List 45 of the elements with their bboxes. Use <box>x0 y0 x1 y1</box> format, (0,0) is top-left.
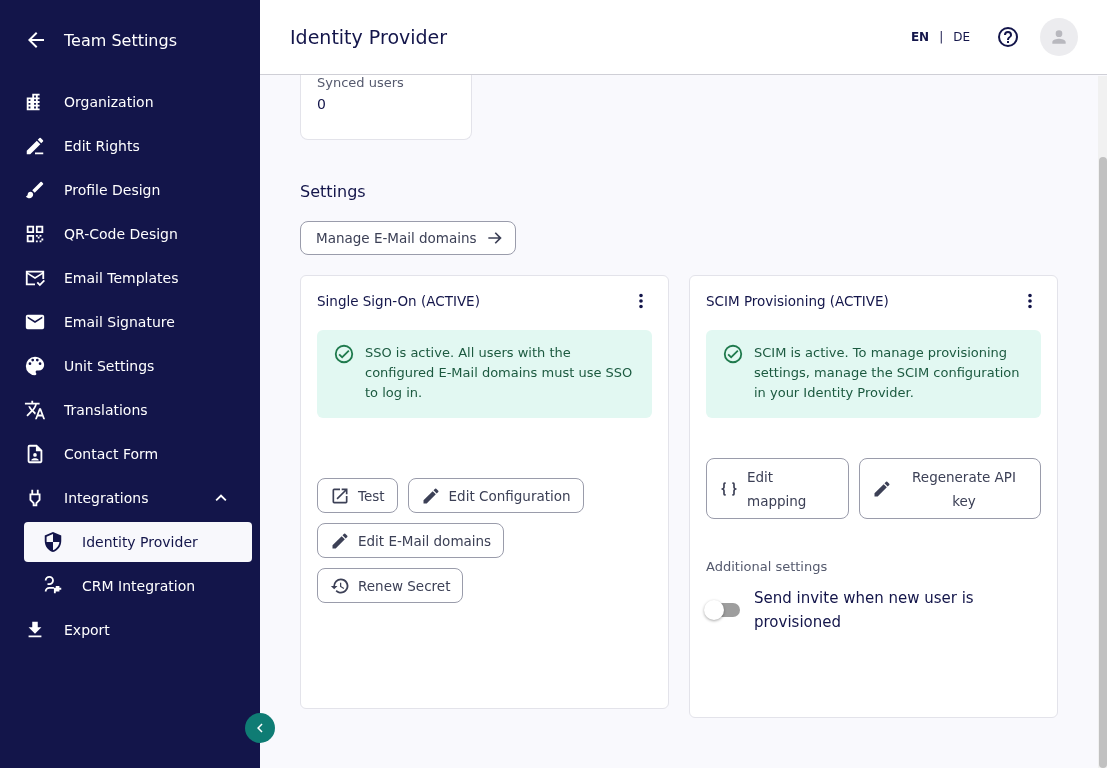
action-button[interactable]: Edit Configuration <box>407 478 584 513</box>
sidebar-item[interactable]: Integrations <box>24 478 252 518</box>
pencil-icon <box>330 530 350 551</box>
scrollbar-thumb[interactable] <box>1099 157 1107 768</box>
action-button[interactable]: Renew Secret <box>317 568 464 603</box>
action-button[interactable]: Test <box>317 478 398 513</box>
sidebar-item[interactable]: Contact Form <box>24 434 252 474</box>
section-title: Settings <box>300 182 367 201</box>
page-title: Identity Provider <box>290 26 449 48</box>
notice-text: SCIM is active. To manage provisioning settings, manage the SCIM configuration in your Identity Provider. <box>754 344 1021 402</box>
brush-icon <box>24 179 46 201</box>
sidebar-title: Team Settings <box>64 30 177 50</box>
palette-icon <box>24 355 46 377</box>
manage-domains-button[interactable]: Manage E-Mail domains <box>300 221 516 255</box>
action-button[interactable]: Edit mapping <box>706 458 849 519</box>
notice-text: SSO is active. All users with the configured E-Mail domains must use SSO to log in. <box>365 344 634 402</box>
sidebar-item[interactable]: Organization <box>24 82 252 122</box>
shield-icon <box>42 531 64 553</box>
pencil-icon <box>872 478 892 499</box>
sidebar-subitem[interactable]: Identity Provider <box>24 522 252 562</box>
qr-code-icon <box>24 223 46 245</box>
pencil-icon <box>24 135 46 157</box>
card-title: Single Sign-On (ACTIVE) <box>317 293 480 309</box>
action-button[interactable]: Regenerate API key <box>859 458 1041 519</box>
sidebar-item[interactable]: QR-Code Design <box>24 214 252 254</box>
sidebar-item[interactable]: Export <box>24 610 252 650</box>
translate-icon <box>24 399 46 421</box>
additional-settings-label: Additional settings <box>706 559 829 574</box>
card-title: SCIM Provisioning (ACTIVE) <box>706 293 889 309</box>
sidebar-item[interactable]: Translations <box>24 390 252 430</box>
sidebar-item[interactable]: Edit Rights <box>24 126 252 166</box>
toggle-switch[interactable] <box>706 603 740 617</box>
stat-label: Synced users <box>317 75 405 90</box>
language-option[interactable]: DE <box>953 30 970 44</box>
language-separator: | <box>939 30 944 44</box>
sidebar-item[interactable]: Email Signature <box>24 302 252 342</box>
sidebar-item[interactable]: Email Templates <box>24 258 252 298</box>
sidebar-item[interactable]: Unit Settings <box>24 346 252 386</box>
help-icon[interactable] <box>996 25 1020 49</box>
action-button[interactable]: Edit E-Mail domains <box>317 523 505 558</box>
language-option[interactable]: EN <box>910 30 930 44</box>
sidebar-item[interactable]: Profile Design <box>24 170 252 210</box>
toggle-label: Send invite when new user is provisioned <box>754 588 975 633</box>
sidebar-subitem[interactable]: CRM Integration <box>24 566 252 606</box>
stat-value: 0 <box>317 96 327 112</box>
